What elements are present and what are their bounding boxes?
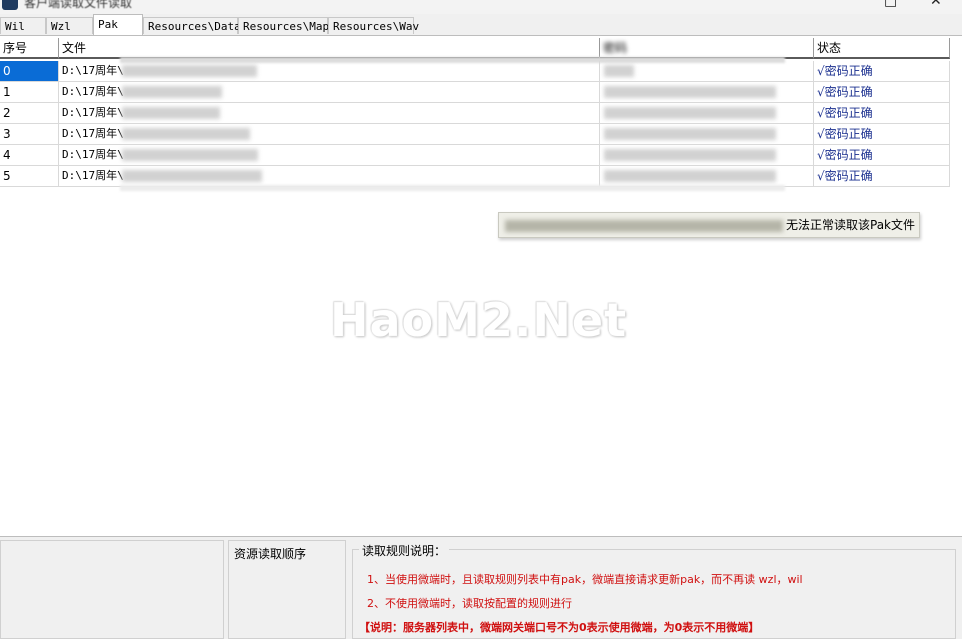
column-header-status[interactable]: 状态 <box>814 38 950 59</box>
row-index[interactable]: 0 <box>0 61 59 82</box>
row-index[interactable]: 1 <box>0 82 59 103</box>
column-header-password-label: 密码 <box>603 41 628 55</box>
row-status[interactable]: √密码正确 <box>814 124 950 145</box>
redacted-file-name <box>122 128 250 140</box>
file-grid[interactable]: 序号 文件 密码 状态 0 D:\17周年\ √密码正确 1 D:\17周年\ … <box>0 35 962 537</box>
row-index[interactable]: 5 <box>0 166 59 187</box>
row-status[interactable]: √密码正确 <box>814 166 950 187</box>
tooltip-text: 无法正常读取该Pak文件 <box>786 218 916 232</box>
bottom-panel: 资源读取顺序 读取规则说明： 1、当使用微端时，且读取规则列表中有pak，微端直… <box>0 537 962 639</box>
redacted-password <box>604 149 776 161</box>
row-status[interactable]: √密码正确 <box>814 103 950 124</box>
tab-bar: Wil Wzl Pak Resources\Data Resources\Map… <box>0 14 962 35</box>
table-row[interactable]: 0 D:\17周年\ √密码正确 <box>0 61 950 82</box>
tab-wzl[interactable]: Wzl <box>46 17 93 34</box>
tab-resources-map[interactable]: Resources\Map <box>238 17 329 34</box>
row-index[interactable]: 4 <box>0 145 59 166</box>
redacted-password <box>604 107 776 119</box>
redacted-file-name <box>122 107 220 119</box>
watermark: HaoM2.Net <box>330 293 628 347</box>
tab-pak[interactable]: Pak <box>93 14 143 35</box>
app-icon <box>2 0 18 10</box>
row-status[interactable]: √密码正确 <box>814 145 950 166</box>
redacted-password <box>604 65 634 77</box>
tab-wil[interactable]: Wil <box>0 17 46 34</box>
read-rules-panel: 读取规则说明： 1、当使用微端时，且读取规则列表中有pak，微端直接请求更新pa… <box>352 542 956 639</box>
maximize-icon[interactable]: □ <box>884 0 897 9</box>
rule-line-2: 2、不使用微端时，读取按配置的规则进行 <box>367 597 572 610</box>
row-status[interactable]: √密码正确 <box>814 82 950 103</box>
table-row[interactable]: 5 D:\17周年\ √密码正确 <box>0 166 950 187</box>
redacted-password <box>604 86 776 98</box>
redacted-file-name <box>122 149 258 161</box>
table-row[interactable]: 4 D:\17周年\ √密码正确 <box>0 145 950 166</box>
redaction-strip <box>120 185 785 191</box>
left-panel <box>0 540 224 639</box>
table-row[interactable]: 2 D:\17周年\ √密码正确 <box>0 103 950 124</box>
column-header-password[interactable]: 密码 <box>600 38 814 59</box>
row-file-path: D:\17周年\ <box>62 85 124 98</box>
row-index[interactable]: 2 <box>0 103 59 124</box>
read-order-panel[interactable]: 资源读取顺序 <box>228 540 346 639</box>
redacted-file-name <box>122 65 257 77</box>
column-header-file[interactable]: 文件 <box>59 38 600 59</box>
column-header-index[interactable]: 序号 <box>0 38 59 59</box>
close-icon[interactable]: ✕ <box>930 0 942 9</box>
row-status[interactable]: √密码正确 <box>814 61 950 82</box>
row-file-path: D:\17周年\ <box>62 106 124 119</box>
redacted-password <box>604 170 776 182</box>
rule-line-1: 1、当使用微端时，且读取规则列表中有pak，微端直接请求更新pak，而不再读 w… <box>367 573 803 586</box>
window-title: 客户端读取文件读取 <box>24 0 133 10</box>
read-order-label: 资源读取顺序 <box>234 547 307 561</box>
tab-resources-data[interactable]: Resources\Data <box>143 17 241 34</box>
redacted-password <box>604 128 776 140</box>
rule-note: 【说明：服务器列表中，微端网关端口号不为0表示使用微端，为0表示不用微端】 <box>359 621 760 634</box>
redacted-file-name <box>122 170 262 182</box>
error-tooltip: 无法正常读取该Pak文件 <box>498 212 920 238</box>
redacted-tooltip-path <box>505 220 783 232</box>
table-row[interactable]: 3 D:\17周年\ √密码正确 <box>0 124 950 145</box>
row-file-path: D:\17周年\ <box>62 169 124 182</box>
redacted-file-name <box>122 86 222 98</box>
title-bar: 客户端读取文件读取 □ ✕ <box>0 0 962 14</box>
table-row[interactable]: 1 D:\17周年\ √密码正确 <box>0 82 950 103</box>
row-file-path: D:\17周年\ <box>62 127 124 140</box>
read-rules-label: 读取规则说明： <box>359 542 450 559</box>
tab-resources-wav[interactable]: Resources\Wav <box>328 17 419 34</box>
row-file-path: D:\17周年\ <box>62 148 124 161</box>
row-file-path: D:\17周年\ <box>62 64 124 77</box>
row-index[interactable]: 3 <box>0 124 59 145</box>
